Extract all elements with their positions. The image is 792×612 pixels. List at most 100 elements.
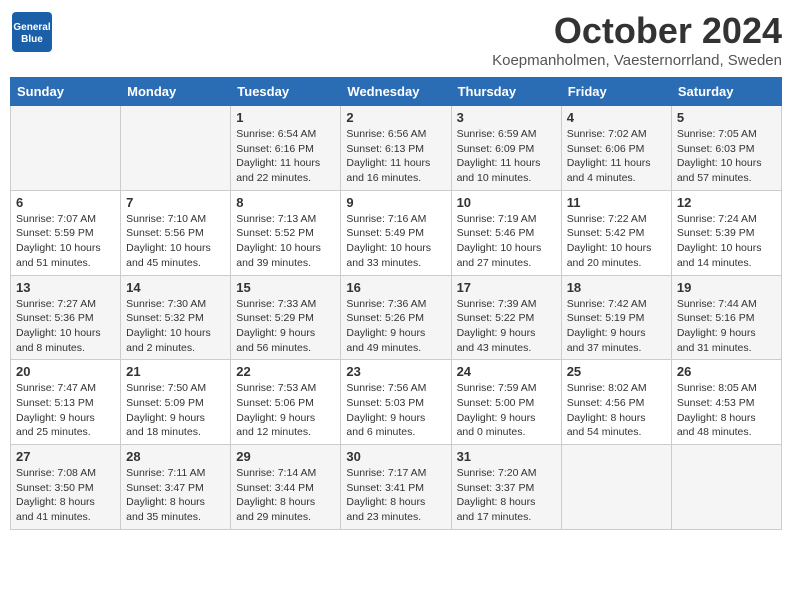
title-area: October 2024 Koepmanholmen, Vaesternorrl… <box>492 10 782 69</box>
calendar-body: 1Sunrise: 6:54 AM Sunset: 6:16 PM Daylig… <box>11 106 782 530</box>
calendar-cell: 24Sunrise: 7:59 AM Sunset: 5:00 PM Dayli… <box>451 360 561 445</box>
svg-text:Blue: Blue <box>21 34 43 45</box>
calendar-cell: 11 Sunrise: 7:22 AM Sunset: 5:42 PM Dayli… <box>561 190 671 275</box>
calendar-cell: 5 Sunrise: 7:05 AM Sunset: 6:03 PM Daylig… <box>671 106 781 191</box>
svg-text:General: General <box>13 22 50 33</box>
day-info: Sunrise: 7:47 AM Sunset: 5:13 PM Dayligh… <box>16 381 115 440</box>
day-number: 14 <box>126 280 225 295</box>
day-number: 8 <box>236 195 335 210</box>
calendar-cell: 16Sunrise: 7:36 AM Sunset: 5:26 PM Dayli… <box>341 275 451 360</box>
day-info: Sunrise: 7:53 AM Sunset: 5:06 PM Dayligh… <box>236 381 335 440</box>
calendar-week-3: 13 Sunrise: 7:27 AM Sunset: 5:36 PM Dayli… <box>11 275 782 360</box>
calendar-cell: 28 Sunrise: 7:11 AM Sunset: 3:47 PM Dayli… <box>121 445 231 530</box>
day-info: Sunrise: 7:02 AM Sunset: 6:06 PM Dayligh… <box>567 127 666 186</box>
day-info: Sunrise: 6:59 AM Sunset: 6:09 PM Dayligh… <box>457 127 556 186</box>
day-info: Sunrise: 6:56 AM Sunset: 6:13 PM Dayligh… <box>346 127 445 186</box>
day-info: Sunrise: 6:54 AM Sunset: 6:16 PM Dayligh… <box>236 127 335 186</box>
day-info: Sunrise: 7:33 AM Sunset: 5:29 PM Dayligh… <box>236 297 335 356</box>
calendar-cell: 7Sunrise: 7:10 AM Sunset: 5:56 PM Daylig… <box>121 190 231 275</box>
day-number: 25 <box>567 364 666 379</box>
calendar-cell: 14 Sunrise: 7:30 AM Sunset: 5:32 PM Dayli… <box>121 275 231 360</box>
day-info: Sunrise: 8:02 AM Sunset: 4:56 PM Dayligh… <box>567 381 666 440</box>
calendar-cell: 2 Sunrise: 6:56 AM Sunset: 6:13 PM Daylig… <box>341 106 451 191</box>
day-info: Sunrise: 7:44 AM Sunset: 5:16 PM Dayligh… <box>677 297 776 356</box>
calendar-cell: 23Sunrise: 7:56 AM Sunset: 5:03 PM Dayli… <box>341 360 451 445</box>
calendar-cell: 21Sunrise: 7:50 AM Sunset: 5:09 PM Dayli… <box>121 360 231 445</box>
day-info: Sunrise: 7:14 AM Sunset: 3:44 PM Dayligh… <box>236 466 335 525</box>
day-number: 24 <box>457 364 556 379</box>
day-info: Sunrise: 7:30 AM Sunset: 5:32 PM Dayligh… <box>126 297 225 356</box>
day-info: Sunrise: 7:20 AM Sunset: 3:37 PM Dayligh… <box>457 466 556 525</box>
calendar-cell: 26 Sunrise: 8:05 AM Sunset: 4:53 PM Dayli… <box>671 360 781 445</box>
month-title: October 2024 <box>492 10 782 52</box>
day-header-saturday: Saturday <box>671 78 781 106</box>
calendar-cell: 30 Sunrise: 7:17 AM Sunset: 3:41 PM Dayli… <box>341 445 451 530</box>
calendar-cell: 27Sunrise: 7:08 AM Sunset: 3:50 PM Dayli… <box>11 445 121 530</box>
day-info: Sunrise: 7:16 AM Sunset: 5:49 PM Dayligh… <box>346 212 445 271</box>
day-info: Sunrise: 7:07 AM Sunset: 5:59 PM Dayligh… <box>16 212 115 271</box>
calendar-cell: 9Sunrise: 7:16 AM Sunset: 5:49 PM Daylig… <box>341 190 451 275</box>
day-number: 5 <box>677 110 776 125</box>
day-number: 18 <box>567 280 666 295</box>
day-number: 23 <box>346 364 445 379</box>
day-number: 4 <box>567 110 666 125</box>
day-number: 20 <box>16 364 115 379</box>
calendar-week-4: 20 Sunrise: 7:47 AM Sunset: 5:13 PM Dayli… <box>11 360 782 445</box>
calendar-cell: 1Sunrise: 6:54 AM Sunset: 6:16 PM Daylig… <box>231 106 341 191</box>
calendar-cell: 17 Sunrise: 7:39 AM Sunset: 5:22 PM Dayli… <box>451 275 561 360</box>
calendar-week-1: 1Sunrise: 6:54 AM Sunset: 6:16 PM Daylig… <box>11 106 782 191</box>
calendar-cell <box>561 445 671 530</box>
day-info: Sunrise: 7:42 AM Sunset: 5:19 PM Dayligh… <box>567 297 666 356</box>
calendar-cell: 6 Sunrise: 7:07 AM Sunset: 5:59 PM Daylig… <box>11 190 121 275</box>
calendar-cell <box>11 106 121 191</box>
day-header-sunday: Sunday <box>11 78 121 106</box>
day-info: Sunrise: 7:10 AM Sunset: 5:56 PM Dayligh… <box>126 212 225 271</box>
day-info: Sunrise: 7:13 AM Sunset: 5:52 PM Dayligh… <box>236 212 335 271</box>
day-info: Sunrise: 7:17 AM Sunset: 3:41 PM Dayligh… <box>346 466 445 525</box>
day-number: 30 <box>346 449 445 464</box>
calendar-cell: 4 Sunrise: 7:02 AM Sunset: 6:06 PM Daylig… <box>561 106 671 191</box>
day-number: 6 <box>16 195 115 210</box>
day-info: Sunrise: 8:05 AM Sunset: 4:53 PM Dayligh… <box>677 381 776 440</box>
day-header-friday: Friday <box>561 78 671 106</box>
day-number: 28 <box>126 449 225 464</box>
calendar-cell: 13 Sunrise: 7:27 AM Sunset: 5:36 PM Dayli… <box>11 275 121 360</box>
day-number: 29 <box>236 449 335 464</box>
calendar-cell: 19 Sunrise: 7:44 AM Sunset: 5:16 PM Dayli… <box>671 275 781 360</box>
calendar-week-5: 27Sunrise: 7:08 AM Sunset: 3:50 PM Dayli… <box>11 445 782 530</box>
day-number: 22 <box>236 364 335 379</box>
calendar-cell <box>671 445 781 530</box>
day-info: Sunrise: 7:11 AM Sunset: 3:47 PM Dayligh… <box>126 466 225 525</box>
logo-icon: General Blue <box>10 10 54 54</box>
calendar-cell: 8 Sunrise: 7:13 AM Sunset: 5:52 PM Daylig… <box>231 190 341 275</box>
calendar-cell: 25 Sunrise: 8:02 AM Sunset: 4:56 PM Dayli… <box>561 360 671 445</box>
day-header-wednesday: Wednesday <box>341 78 451 106</box>
day-info: Sunrise: 7:24 AM Sunset: 5:39 PM Dayligh… <box>677 212 776 271</box>
day-number: 13 <box>16 280 115 295</box>
day-number: 16 <box>346 280 445 295</box>
location: Koepmanholmen, Vaesternorrland, Sweden <box>492 52 782 69</box>
day-number: 11 <box>567 195 666 210</box>
day-number: 3 <box>457 110 556 125</box>
page-header: General Blue October 2024 Koepmanholmen,… <box>10 10 782 69</box>
logo: General Blue <box>10 10 56 54</box>
day-number: 2 <box>346 110 445 125</box>
calendar-cell: 18 Sunrise: 7:42 AM Sunset: 5:19 PM Dayli… <box>561 275 671 360</box>
day-info: Sunrise: 7:27 AM Sunset: 5:36 PM Dayligh… <box>16 297 115 356</box>
day-number: 26 <box>677 364 776 379</box>
calendar-cell: 22 Sunrise: 7:53 AM Sunset: 5:06 PM Dayli… <box>231 360 341 445</box>
day-number: 31 <box>457 449 556 464</box>
day-info: Sunrise: 7:22 AM Sunset: 5:42 PM Dayligh… <box>567 212 666 271</box>
day-header-thursday: Thursday <box>451 78 561 106</box>
day-number: 15 <box>236 280 335 295</box>
calendar-cell: 10Sunrise: 7:19 AM Sunset: 5:46 PM Dayli… <box>451 190 561 275</box>
calendar-cell: 20 Sunrise: 7:47 AM Sunset: 5:13 PM Dayli… <box>11 360 121 445</box>
day-number: 17 <box>457 280 556 295</box>
day-number: 19 <box>677 280 776 295</box>
day-info: Sunrise: 7:39 AM Sunset: 5:22 PM Dayligh… <box>457 297 556 356</box>
calendar-cell: 12Sunrise: 7:24 AM Sunset: 5:39 PM Dayli… <box>671 190 781 275</box>
header-row: SundayMondayTuesdayWednesdayThursdayFrid… <box>11 78 782 106</box>
day-info: Sunrise: 7:05 AM Sunset: 6:03 PM Dayligh… <box>677 127 776 186</box>
day-number: 27 <box>16 449 115 464</box>
calendar-table: SundayMondayTuesdayWednesdayThursdayFrid… <box>10 77 782 530</box>
